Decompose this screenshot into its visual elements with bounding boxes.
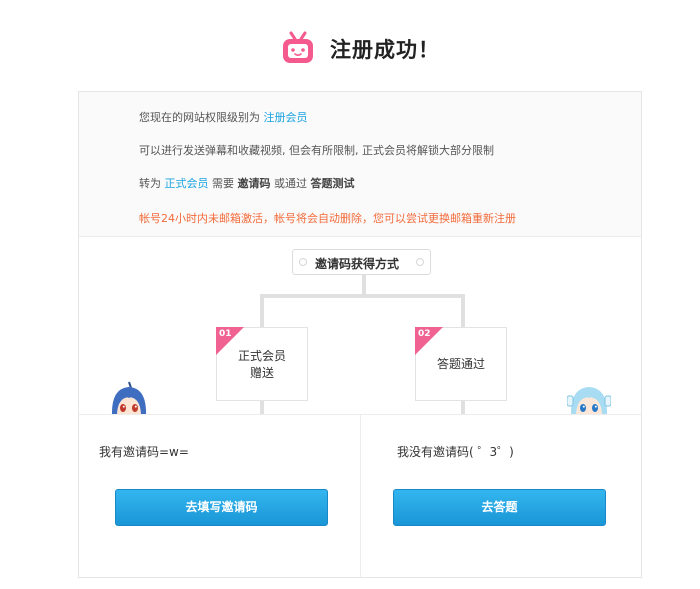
activation-warning: 帐号24小时内未邮箱激活，帐号将会自动删除，您可以尝试更换邮箱重新注册 <box>139 212 516 225</box>
circle-icon <box>299 258 307 266</box>
page-title: 注册成功！ <box>330 38 440 62</box>
connector-line <box>260 294 465 298</box>
permission-level-line: 您现在的网站权限级别为 注册会员 <box>139 109 308 125</box>
tv-mascot-icon <box>283 31 313 63</box>
formal-member-link[interactable]: 正式会员 <box>165 177 209 190</box>
step-label: 正式会员 赠送 <box>217 348 307 382</box>
step-formal-member: 01 正式会员 赠送 <box>216 327 308 401</box>
upgrade-hint-text: 需要 <box>212 177 234 190</box>
connector-line <box>461 294 465 327</box>
connector-line <box>260 401 264 414</box>
upgrade-hint: 转为 正式会员 需要 邀请码 或通过 答题测试 <box>139 175 355 191</box>
circle-icon <box>416 258 424 266</box>
option-have-code: 我有邀请码=w= 去填写邀请码 <box>79 415 359 578</box>
have-code-text: 我有邀请码=w= <box>99 445 189 459</box>
upgrade-hint-text: 转为 <box>139 177 161 190</box>
step-label: 答题通过 <box>436 357 485 371</box>
registration-card: 您现在的网站权限级别为 注册会员 可以进行发送弹幕和收藏视频, 但会有所限制, … <box>78 91 642 578</box>
invite-methods-title: 邀请码获得方式 <box>315 257 400 271</box>
permission-description: 可以进行发送弹幕和收藏视频, 但会有所限制, 正式会员将解锁大部分限制 <box>139 144 494 157</box>
step-quiz-passed: 02 答题通过 <box>415 327 507 401</box>
option-no-code: 我没有邀请码( ゜3゜) 去答题 <box>360 415 641 578</box>
mascot-right-image <box>567 387 611 414</box>
invite-options: 我有邀请码=w= 去填写邀请码 我没有邀请码( ゜3゜) 去答题 <box>79 414 641 578</box>
quiz-test-text: 答题测试 <box>310 177 355 190</box>
invite-code-diagram: 邀请码获得方式 01 正式会员 赠送 02 答题通过 <box>79 236 641 414</box>
step-label-line: 赠送 <box>249 366 274 380</box>
permission-level-value[interactable]: 注册会员 <box>264 111 308 124</box>
take-quiz-button[interactable]: 去答题 <box>393 489 606 526</box>
permission-level-label: 您现在的网站权限级别为 <box>139 111 260 124</box>
step-number: 02 <box>415 327 443 355</box>
permission-info: 您现在的网站权限级别为 注册会员 可以进行发送弹幕和收藏视频, 但会有所限制, … <box>79 92 641 237</box>
upgrade-hint-text: 或通过 <box>274 177 307 190</box>
invite-code-text: 邀请码 <box>237 177 271 190</box>
connector-line <box>461 401 465 414</box>
connector-line <box>260 294 264 327</box>
fill-invite-code-button[interactable]: 去填写邀请码 <box>115 489 328 526</box>
step-label-line: 正式会员 <box>237 349 286 363</box>
connector-line <box>362 275 366 296</box>
mascot-left-image <box>112 381 146 414</box>
header: 注册成功！ <box>0 28 700 72</box>
invite-methods-heading: 邀请码获得方式 <box>292 249 431 275</box>
no-code-text: 我没有邀请码( ゜3゜) <box>397 445 514 459</box>
step-number-text: 01 <box>219 329 232 339</box>
step-number-text: 02 <box>418 329 431 339</box>
